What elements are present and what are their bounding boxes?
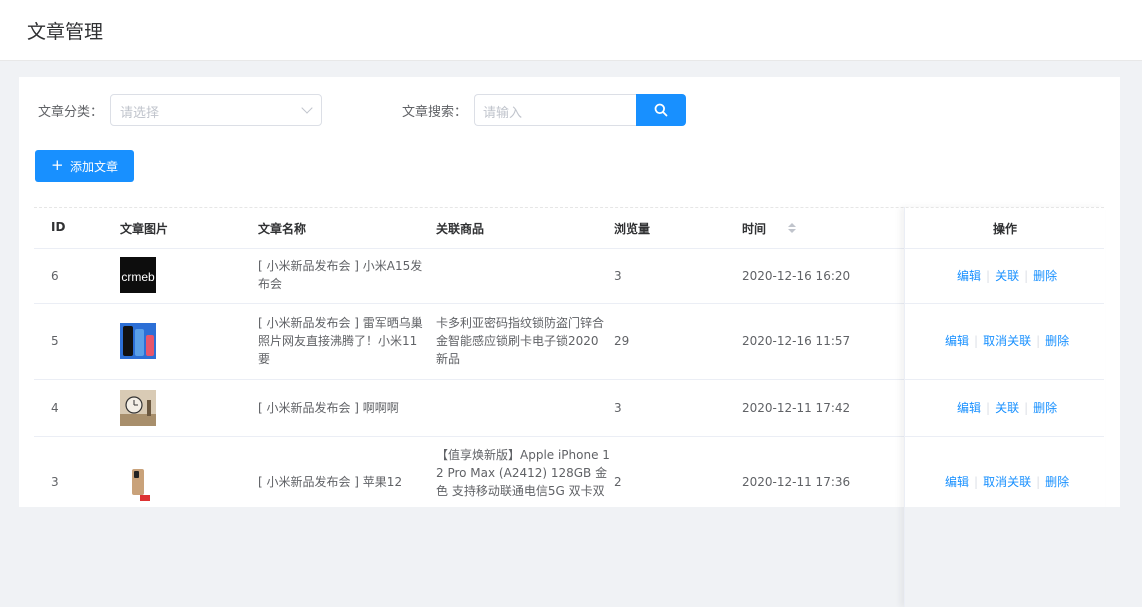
cell-id: 4	[51, 401, 59, 415]
cell-time: 2020-12-11 17:36	[742, 475, 851, 489]
category-label: 文章分类：	[38, 105, 104, 120]
add-article-label: 添加文章	[70, 160, 119, 174]
cell-id: 5	[51, 334, 59, 348]
cell-views: 29	[614, 334, 630, 348]
article-thumbnail	[120, 390, 156, 426]
cell-product-line: 金智能感应锁刷卡电子锁2020	[436, 334, 599, 348]
cell-product-line: 色 支持移动联通电信5G 双卡双	[436, 484, 605, 498]
plus-icon: +	[51, 156, 64, 174]
search-label: 文章搜索：	[402, 105, 468, 120]
page-title: 文章管理	[27, 21, 104, 43]
search-button[interactable]	[636, 94, 686, 126]
article-thumbnail: crmeb	[120, 257, 156, 293]
cell-product-line: 2 Pro Max (A2412) 128GB 金	[436, 466, 608, 480]
cell-name-line: 布会	[258, 277, 283, 291]
category-select[interactable]: 请选择	[110, 94, 322, 126]
search-input-placeholder: 请输入	[483, 106, 523, 121]
cell-product-line: 卡多利亚密码指纹锁防盗门锌合	[436, 316, 605, 330]
category-select-placeholder: 请选择	[120, 106, 160, 121]
cell-time: 2020-12-16 11:57	[742, 334, 851, 348]
column-header-views: 浏览量	[614, 222, 651, 236]
cell-views: 3	[614, 269, 622, 283]
search-input[interactable]: 请输入	[474, 94, 637, 126]
column-header-id: ID	[51, 220, 66, 234]
add-article-button[interactable]: + 添加文章	[35, 150, 134, 182]
cell-views: 2	[614, 475, 622, 489]
cell-name-line: [ 小米新品发布会 ] 雷军晒乌巢	[258, 316, 423, 330]
column-header-product: 关联商品	[436, 222, 485, 236]
sort-icon[interactable]	[788, 223, 796, 233]
svg-text:crmeb: crmeb	[121, 270, 155, 284]
article-thumbnail	[120, 323, 156, 359]
column-header-name: 文章名称	[258, 222, 307, 236]
cell-time: 2020-12-16 16:20	[742, 269, 851, 283]
cell-name-line: [ 小米新品发布会 ] 小米A15发	[258, 259, 423, 273]
cell-time: 2020-12-11 17:42	[742, 401, 851, 415]
cell-name-line: [ 小米新品发布会 ] 苹果12	[258, 475, 403, 489]
cell-id: 3	[51, 475, 59, 489]
cell-product-line: 新品	[436, 352, 461, 366]
cell-name-line: 照片网友直接沸腾了！小米11	[258, 334, 418, 348]
cell-id: 6	[51, 269, 59, 283]
cell-product-line: 【值享焕新版】Apple iPhone 1	[436, 448, 610, 462]
cell-name-line: 要	[258, 352, 271, 366]
fixed-actions-column	[904, 207, 1105, 607]
column-header-image: 文章图片	[120, 222, 169, 236]
cell-name-line: [ 小米新品发布会 ] 啊啊啊	[258, 401, 399, 415]
content-card: 文章分类： 请选择 文章搜索： 请输入 + 添加文章 ID 文章图片 文章名称 …	[19, 77, 1120, 607]
chevron-down-icon	[301, 102, 313, 114]
column-header-time[interactable]: 时间	[742, 220, 766, 237]
cell-views: 3	[614, 401, 622, 415]
top-bar: 文章管理	[0, 0, 1142, 61]
search-icon	[654, 103, 668, 117]
